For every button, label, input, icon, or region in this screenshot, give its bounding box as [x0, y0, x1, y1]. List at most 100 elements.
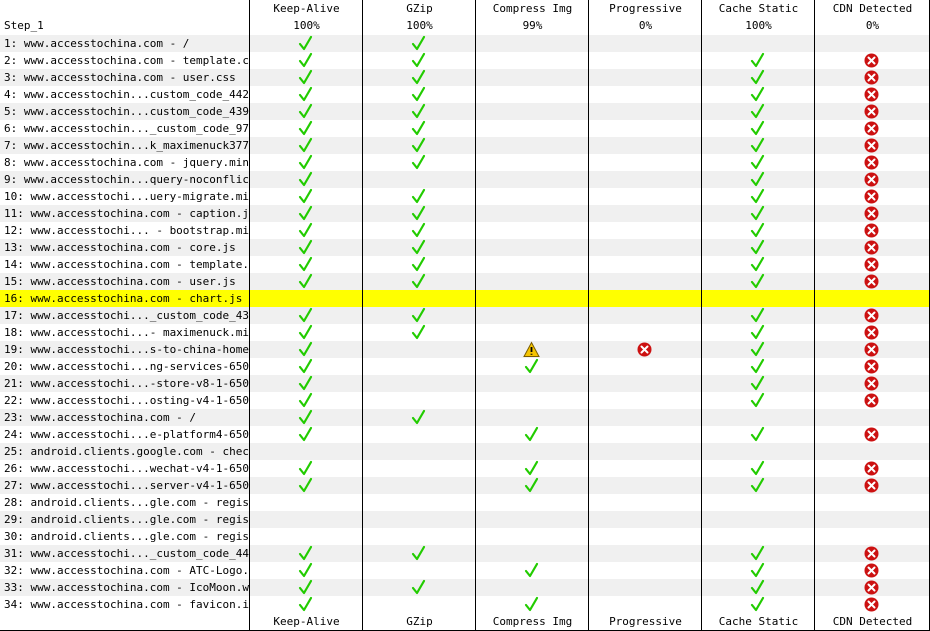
- check-icon: [523, 460, 540, 477]
- table-row: 2: www.accesstochina.com - template.css: [0, 52, 930, 69]
- check-icon: [749, 375, 766, 392]
- table-row: 18: www.accesstochi...- maximenuck.min.j…: [0, 324, 930, 341]
- row-label: 10: www.accesstochi...uery-migrate.min.j…: [4, 190, 250, 203]
- table-row: 32: www.accesstochina.com - ATC-Logo.png: [0, 562, 930, 579]
- table-row: 10: www.accesstochi...uery-migrate.min.j…: [0, 188, 930, 205]
- column-footer: CDN Detected: [832, 615, 913, 628]
- table-row: 20: www.accesstochi...ng-services-650.pn…: [0, 358, 930, 375]
- check-icon: [297, 324, 314, 341]
- column-footer: Keep-Alive: [273, 615, 340, 628]
- check-icon: [297, 86, 314, 103]
- error-icon: [863, 375, 880, 392]
- row-label: 4: www.accesstochin...custom_code_442.cs…: [4, 88, 250, 101]
- check-icon: [749, 188, 766, 205]
- column-score: 100%: [406, 19, 433, 32]
- check-icon: [297, 307, 314, 324]
- error-icon: [863, 222, 880, 239]
- row-label: 33: www.accesstochina.com - IcoMoon.woff: [4, 581, 250, 594]
- error-icon: [863, 426, 880, 443]
- check-icon: [523, 596, 540, 613]
- check-icon: [749, 171, 766, 188]
- row-label: 22: www.accesstochi...osting-v4-1-650.pn…: [4, 394, 250, 407]
- check-icon: [410, 545, 427, 562]
- check-icon: [297, 103, 314, 120]
- table-row: 34: www.accesstochina.com - favicon.ico: [0, 596, 930, 613]
- check-icon: [410, 154, 427, 171]
- table-row: 19: www.accesstochi...s-to-china-home.jp…: [0, 341, 930, 358]
- check-icon: [297, 222, 314, 239]
- row-label: 34: www.accesstochina.com - favicon.ico: [4, 598, 250, 611]
- check-icon: [749, 358, 766, 375]
- check-icon: [410, 69, 427, 86]
- table-row: 33: www.accesstochina.com - IcoMoon.woff: [0, 579, 930, 596]
- column-header: Keep-Alive: [273, 2, 340, 15]
- row-label: 2: www.accesstochina.com - template.css: [4, 54, 250, 67]
- check-icon: [297, 137, 314, 154]
- row-label: 24: www.accesstochi...e-platform4-650.pn…: [4, 428, 250, 441]
- check-icon: [749, 256, 766, 273]
- error-icon: [863, 341, 880, 358]
- check-icon: [410, 256, 427, 273]
- table-row: 16: www.accesstochina.com - chart.js: [0, 290, 930, 307]
- check-icon: [297, 545, 314, 562]
- check-icon: [410, 273, 427, 290]
- error-icon: [863, 596, 880, 613]
- check-icon: [749, 137, 766, 154]
- column-divider: [814, 0, 815, 631]
- row-label: 15: www.accesstochina.com - user.js: [4, 275, 236, 288]
- column-score: 99%: [522, 19, 543, 32]
- column-divider: [475, 0, 476, 631]
- check-icon: [297, 171, 314, 188]
- table-row: 25: android.clients.google.com - checkin: [0, 443, 930, 460]
- row-label: 19: www.accesstochi...s-to-china-home.jp…: [4, 343, 250, 356]
- row-label: 25: android.clients.google.com - checkin: [4, 445, 250, 458]
- check-icon: [297, 392, 314, 409]
- column-header: GZip: [406, 2, 433, 15]
- error-icon: [863, 154, 880, 171]
- table-row: 1: www.accesstochina.com - /: [0, 35, 930, 52]
- check-icon: [297, 358, 314, 375]
- check-icon: [523, 477, 540, 494]
- check-icon: [410, 188, 427, 205]
- row-label: 13: www.accesstochina.com - core.js: [4, 241, 236, 254]
- error-icon: [863, 477, 880, 494]
- check-icon: [410, 52, 427, 69]
- check-icon: [297, 579, 314, 596]
- check-icon: [410, 409, 427, 426]
- table-row: 13: www.accesstochina.com - core.js: [0, 239, 930, 256]
- check-icon: [297, 52, 314, 69]
- check-icon: [410, 205, 427, 222]
- column-footer: Progressive: [609, 615, 682, 628]
- table-row: 27: www.accesstochi...server-v4-1-650.pn…: [0, 477, 930, 494]
- column-score: 0%: [638, 19, 653, 32]
- check-icon: [297, 375, 314, 392]
- check-icon: [749, 460, 766, 477]
- check-icon: [297, 596, 314, 613]
- check-icon: [410, 86, 427, 103]
- check-icon: [297, 154, 314, 171]
- row-label: 23: www.accesstochina.com - /: [4, 411, 197, 424]
- error-icon: [863, 239, 880, 256]
- error-icon: [863, 52, 880, 69]
- column-footer: Cache Static: [718, 615, 799, 628]
- check-icon: [749, 154, 766, 171]
- check-icon: [749, 52, 766, 69]
- check-icon: [297, 477, 314, 494]
- check-icon: [297, 562, 314, 579]
- check-icon: [523, 562, 540, 579]
- row-label: 11: www.accesstochina.com - caption.js: [4, 207, 250, 220]
- row-label: 29: android.clients...gle.com - register…: [4, 513, 250, 526]
- table-row: 5: www.accesstochin...custom_code_439.cs…: [0, 103, 930, 120]
- table-row: 8: www.accesstochina.com - jquery.min.js: [0, 154, 930, 171]
- check-icon: [410, 137, 427, 154]
- row-label: 18: www.accesstochi...- maximenuck.min.j…: [4, 326, 250, 339]
- error-icon: [863, 120, 880, 137]
- row-label: 14: www.accesstochina.com - template.js: [4, 258, 250, 271]
- check-icon: [749, 103, 766, 120]
- error-icon: [863, 273, 880, 290]
- check-icon: [297, 341, 314, 358]
- column-header: Cache Static: [718, 2, 799, 15]
- check-icon: [749, 86, 766, 103]
- check-icon: [749, 307, 766, 324]
- column-divider: [588, 0, 589, 631]
